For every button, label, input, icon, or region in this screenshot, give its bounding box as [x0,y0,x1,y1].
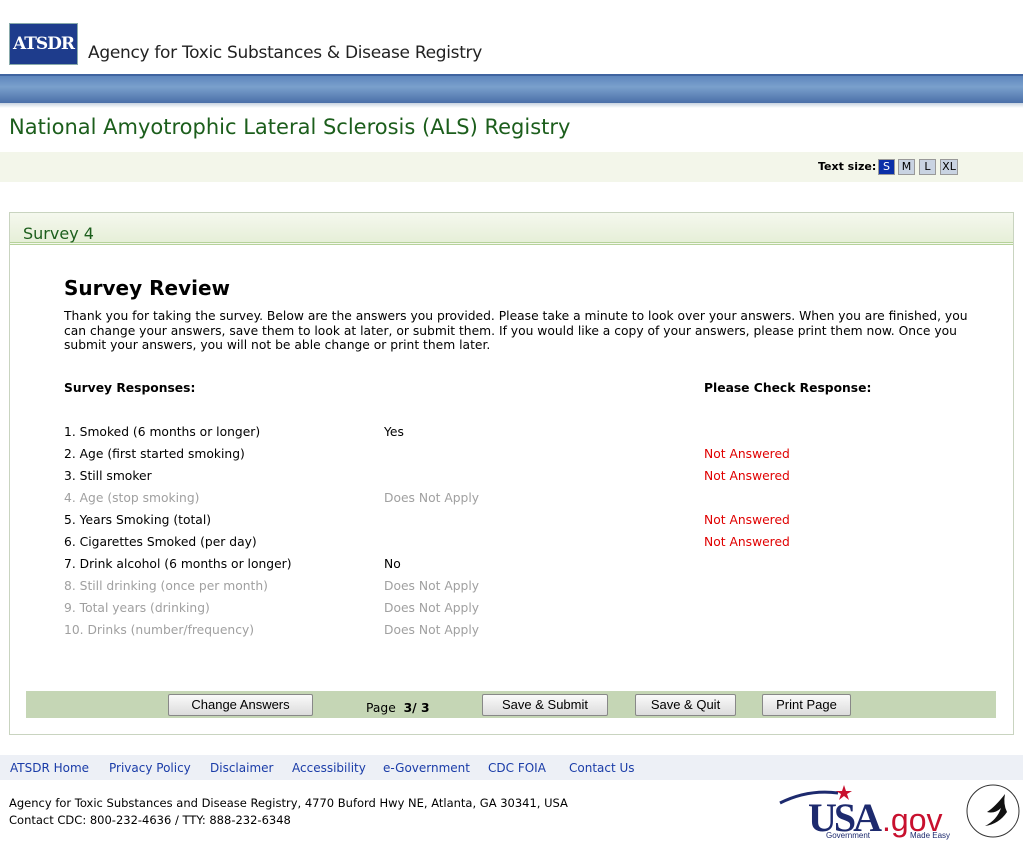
response-question: 5. Years Smoking (total) [64,513,212,527]
text-size-label: Text size: [818,160,877,173]
response-question: 8. Still drinking (once per month) [64,579,268,593]
response-question: 9. Total years (drinking) [64,601,210,615]
response-check-status: Not Answered [704,513,790,527]
footer-link-egov[interactable]: e-Government [383,761,470,775]
survey-review-heading: Survey Review [64,276,231,300]
response-answer: Does Not Apply [384,623,480,637]
change-answers-button[interactable]: Change Answers [168,694,313,716]
page-label: Page [366,701,396,715]
footer-link-foia[interactable]: CDC FOIA [488,761,546,775]
footer-link-privacy[interactable]: Privacy Policy [109,761,191,775]
text-size-l[interactable]: L [919,159,936,175]
agency-name: Agency for Toxic Substances & Disease Re… [88,43,483,63]
response-question: 6. Cigarettes Smoked (per day) [64,535,257,549]
response-check-status: Not Answered [704,469,790,483]
svg-text:Made Easy: Made Easy [910,831,950,840]
text-size-m[interactable]: M [898,159,915,175]
footer-link-atsdr-home[interactable]: ATSDR Home [10,761,89,775]
page-title: National Amyotrophic Lateral Sclerosis (… [9,115,571,139]
text-size-s[interactable]: S [878,159,895,175]
save-submit-button[interactable]: Save & Submit [482,694,608,716]
footer-link-disclaimer[interactable]: Disclaimer [210,761,273,775]
page-indicator: Page 3/ 3 [366,701,430,715]
svg-text:Government: Government [826,831,871,840]
print-page-button[interactable]: Print Page [762,694,851,716]
response-answer: Does Not Apply [384,601,480,615]
response-answer: Does Not Apply [384,579,480,593]
footer-link-accessibility[interactable]: Accessibility [292,761,366,775]
response-question: 10. Drinks (number/frequency) [64,623,255,637]
save-quit-button[interactable]: Save & Quit [635,694,736,716]
footer-contact: Contact CDC: 800-232-4636 / TTY: 888-232… [9,813,291,827]
response-question: 4. Age (stop smoking) [64,491,200,505]
response-question: 3. Still smoker [64,469,152,483]
hhs-seal-icon [966,784,1020,838]
nav-bar-shadow [0,103,1023,108]
response-answer: Yes [384,425,404,439]
footer-link-contact[interactable]: Contact Us [569,761,635,775]
usagov-logo[interactable]: USA .gov Government Made Easy [778,785,963,840]
intro-text: Thank you for taking the survey. Below a… [64,309,968,352]
response-check-status: Not Answered [704,535,790,549]
text-size-xl[interactable]: XL [940,159,958,175]
page-value: 3/ 3 [403,701,430,715]
response-answer: Does Not Apply [384,491,480,505]
response-answer: No [384,557,401,571]
nav-bar [0,74,1023,103]
footer-address: Agency for Toxic Substances and Disease … [9,796,568,810]
survey-responses-header: Survey Responses: [64,381,196,395]
response-check-status: Not Answered [704,447,790,461]
response-question: 2. Age (first started smoking) [64,447,245,461]
survey-title: Survey 4 [23,224,94,243]
response-question: 7. Drink alcohol (6 months or longer) [64,557,292,571]
response-question: 1. Smoked (6 months or longer) [64,425,261,439]
check-response-header: Please Check Response: [704,381,872,395]
survey-panel-header [10,213,1013,245]
atsdr-logo[interactable]: ATSDR [9,23,78,65]
